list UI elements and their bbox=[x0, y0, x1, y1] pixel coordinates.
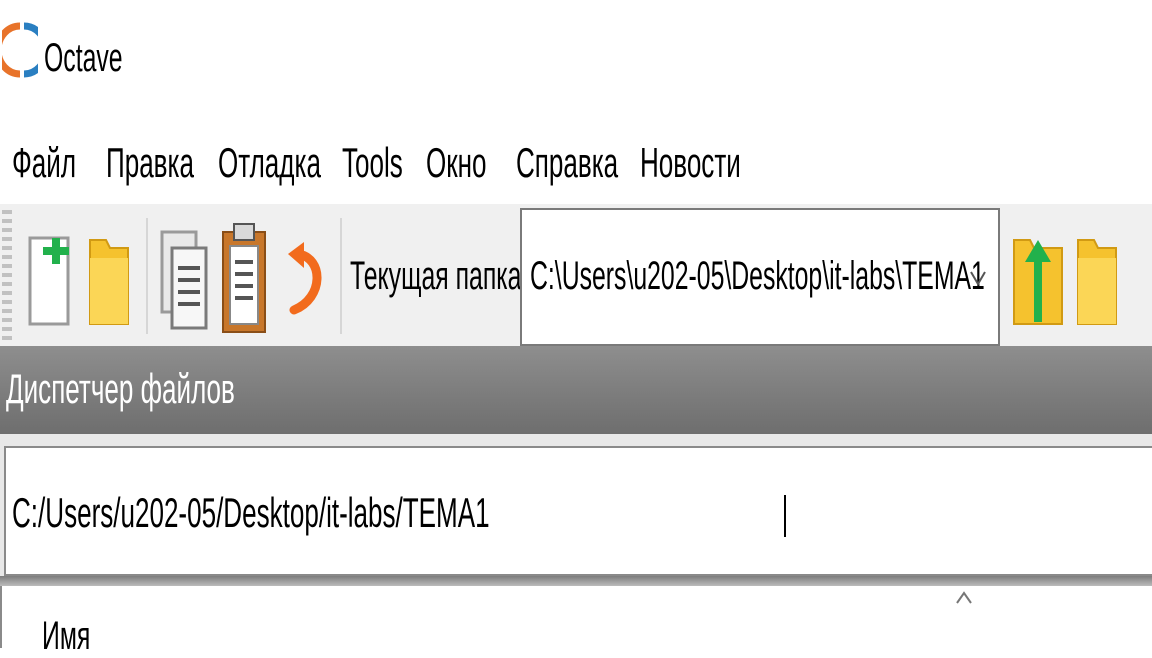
file-browser-path-value: C:/Users/u202-05/Desktop/it-labs/TEMA1 bbox=[12, 490, 787, 537]
text-caret bbox=[784, 494, 787, 537]
file-browser-path-area: C:/Users/u202-05/Desktop/it-labs/TEMA1 bbox=[0, 434, 1152, 582]
open-folder-icon[interactable] bbox=[88, 234, 130, 326]
browse-folder-icon[interactable] bbox=[1076, 234, 1118, 326]
menu-file[interactable]: Файл bbox=[12, 140, 115, 186]
toolbar-separator bbox=[340, 218, 342, 334]
title-bar: Octave bbox=[0, 0, 1152, 118]
new-script-icon[interactable] bbox=[26, 234, 74, 326]
divider bbox=[0, 576, 1152, 586]
menu-news[interactable]: Новости bbox=[640, 140, 803, 186]
chevron-down-icon[interactable] bbox=[968, 262, 988, 292]
file-browser-header: Диспетчер файлов bbox=[0, 346, 1152, 434]
paste-icon[interactable] bbox=[220, 222, 268, 334]
sort-ascending-icon[interactable] bbox=[954, 590, 974, 606]
file-browser-title: Диспетчер файлов bbox=[6, 365, 235, 412]
menu-bar: Файл Правка Отладка Tools Окно Справка Н… bbox=[0, 118, 1152, 204]
toolbar-separator bbox=[146, 218, 148, 334]
menu-window[interactable]: Окно bbox=[426, 140, 524, 186]
undo-icon[interactable] bbox=[284, 236, 328, 326]
main-toolbar: Текущая папка: C:\Users\u202-05\Desktop\… bbox=[0, 204, 1152, 346]
toolbar-grip[interactable] bbox=[2, 210, 12, 340]
column-header-name[interactable]: Имя bbox=[42, 614, 120, 658]
file-list: Имя bbox=[0, 586, 1152, 658]
current-folder-dropdown[interactable]: C:\Users\u202-05\Desktop\it-labs\TEMA1 bbox=[520, 208, 1000, 346]
window-title: Octave bbox=[44, 36, 123, 80]
folder-up-icon[interactable] bbox=[1012, 234, 1064, 326]
octave-logo-icon bbox=[2, 22, 38, 78]
file-browser-path-input[interactable]: C:/Users/u202-05/Desktop/it-labs/TEMA1 bbox=[4, 446, 1152, 576]
copy-icon[interactable] bbox=[158, 228, 210, 332]
